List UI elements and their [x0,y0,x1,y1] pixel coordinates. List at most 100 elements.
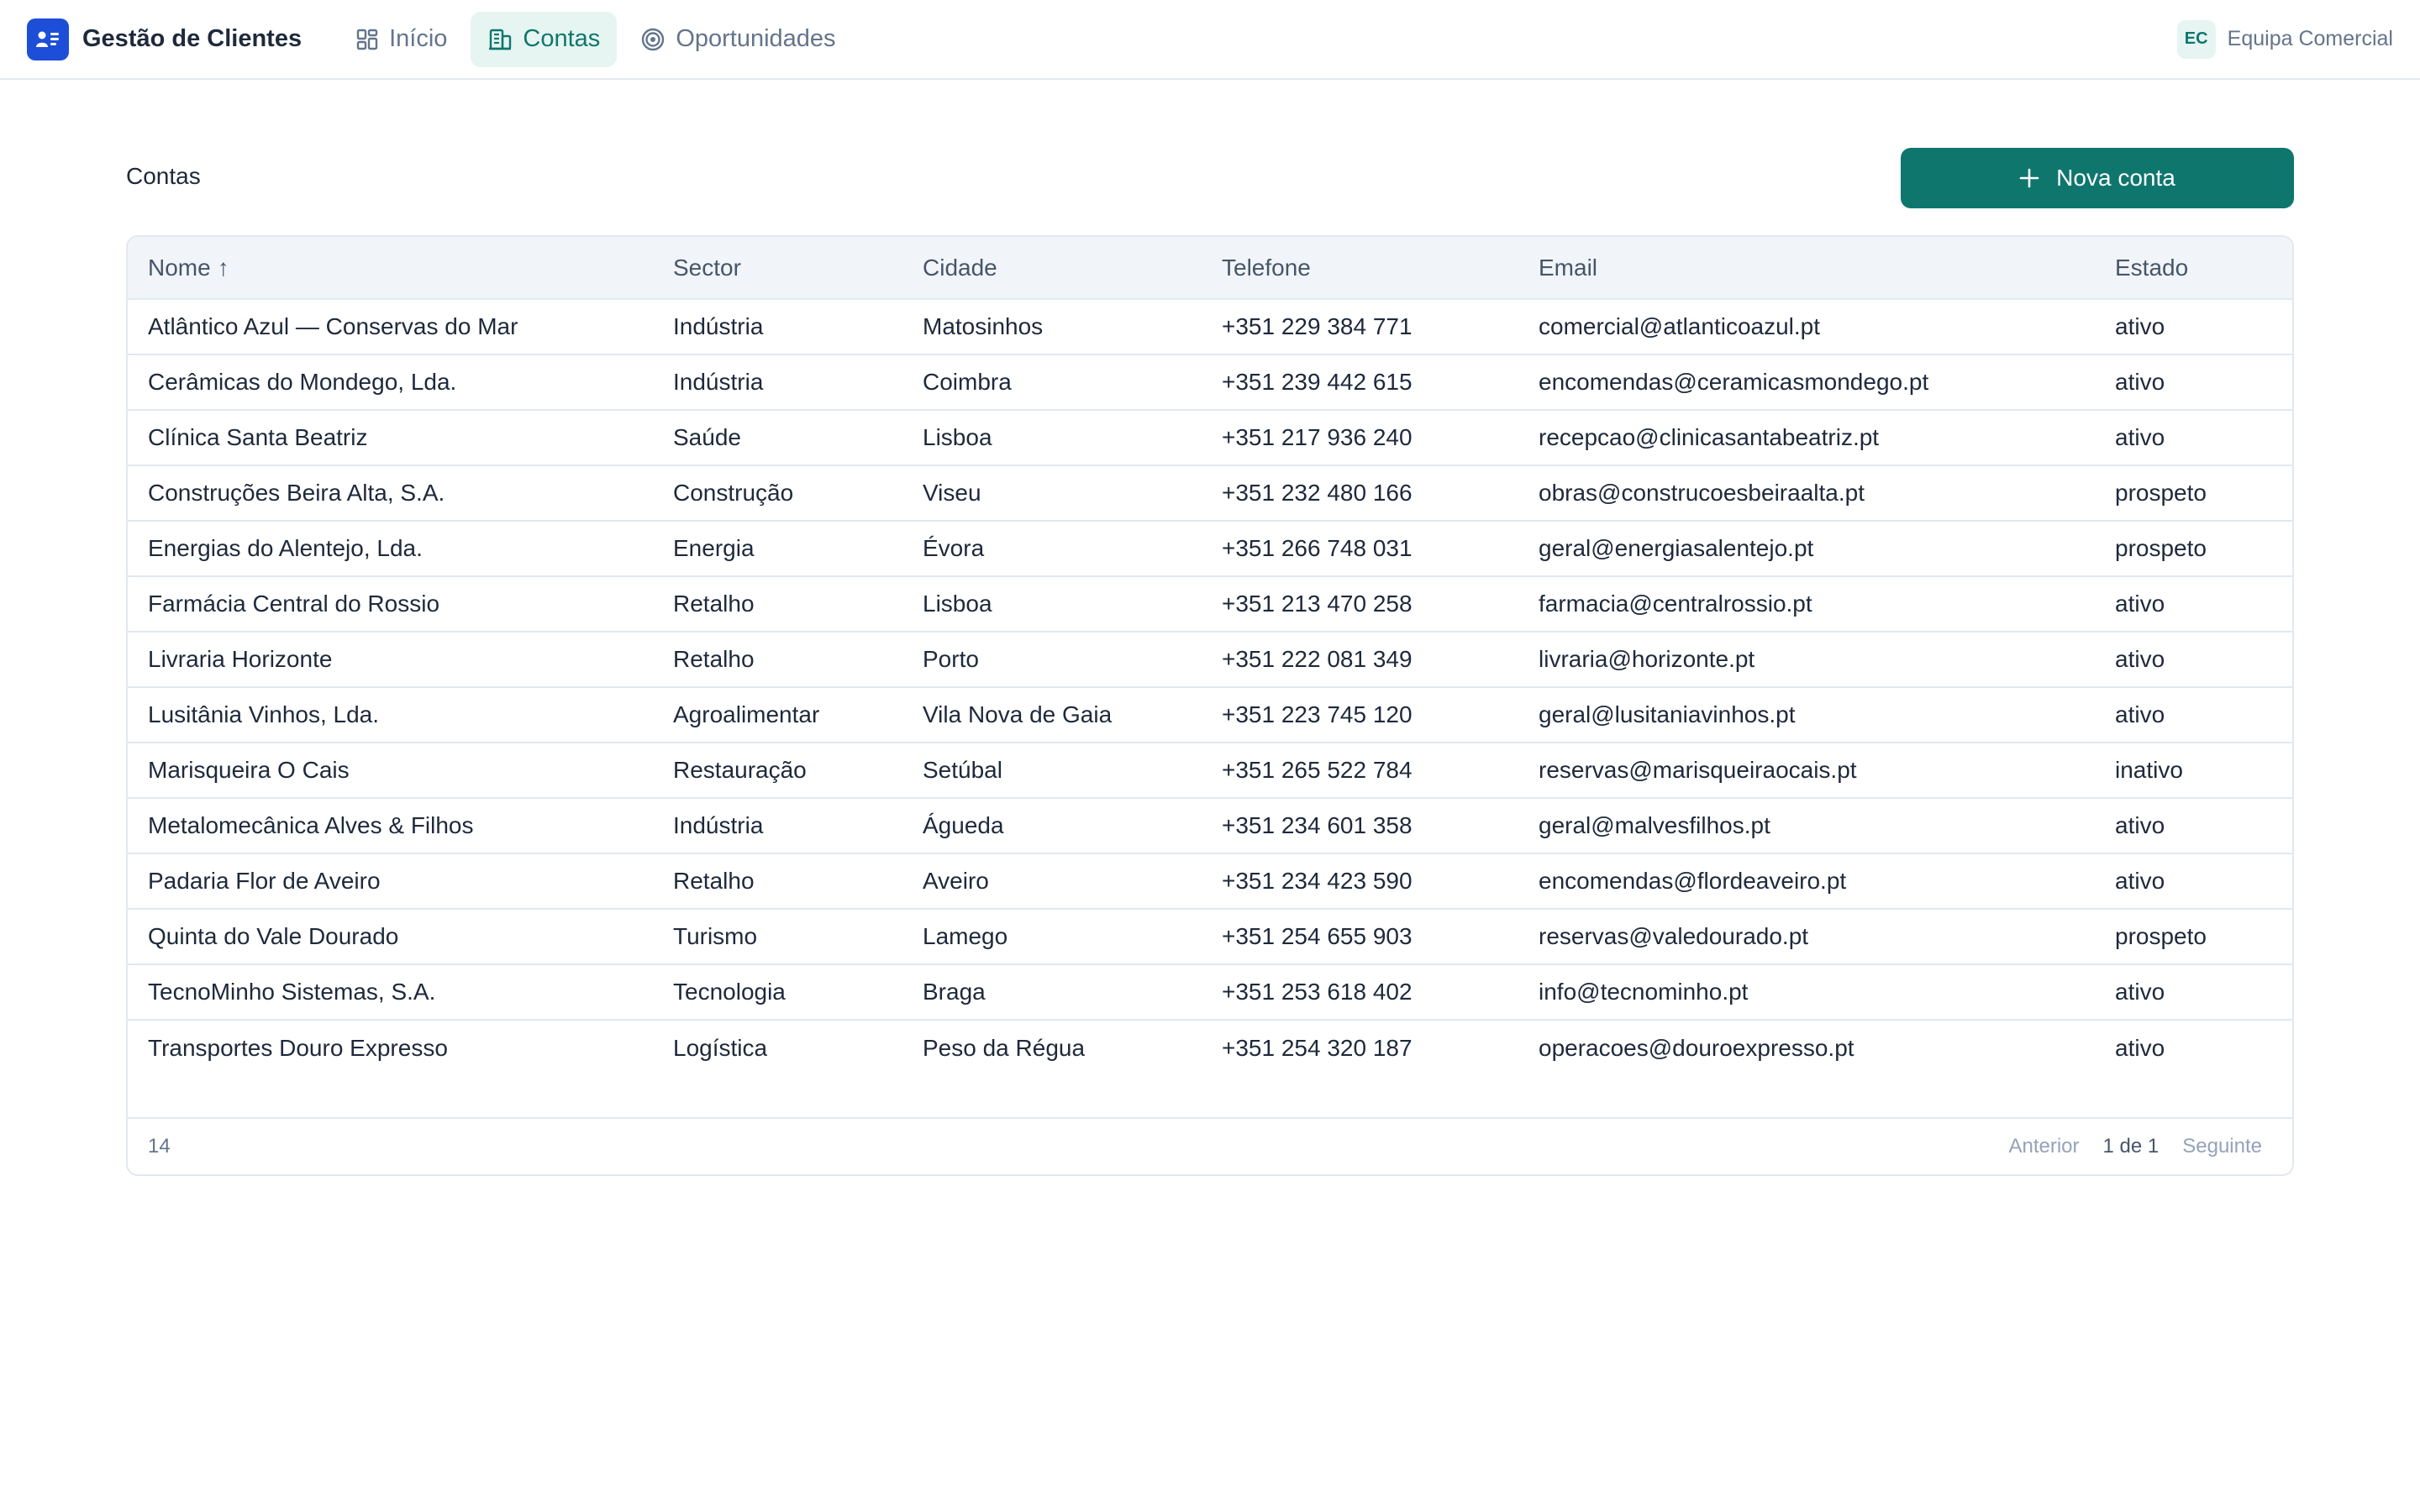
cell-email: obras@construcoesbeiraalta.pt [1539,465,2115,522]
cell-nome: Farmácia Central do Rossio [128,576,673,633]
cell-estado: ativo [2115,410,2292,466]
main-nav: Início Contas Oportunidades [339,11,859,67]
cell-email: recepcao@clinicasantabeatriz.pt [1539,410,2115,466]
nav-item-label: Contas [523,25,601,52]
nav-item-inicio[interactable]: Início [339,12,464,67]
cell-cidade: Coimbra [923,354,1222,411]
next-page-button[interactable]: Seguinte [2182,1135,2262,1158]
cell-estado: prospeto [2115,465,2292,522]
team-menu[interactable]: EC Equipa Comercial [2176,19,2393,59]
column-header-cidade[interactable]: Cidade [923,237,1222,300]
cell-estado: ativo [2115,354,2292,411]
building-icon [489,29,512,50]
cell-nome: Quinta do Vale Dourado [128,909,673,965]
table-row[interactable]: Atlântico Azul — Conservas do Mar Indústr… [128,299,2292,355]
cell-email: info@tecnominho.pt [1539,964,2115,1021]
cell-cidade: Viseu [923,465,1222,522]
cell-nome: Atlântico Azul — Conservas do Mar [128,299,673,355]
cell-estado: ativo [2115,299,2292,355]
cell-cidade: Lisboa [923,410,1222,466]
table-header-row: Nome ↑ Sector Cidade Telefone Email Esta… [128,237,2292,300]
plus-icon [2019,168,2039,188]
cell-nome: Livraria Horizonte [128,632,673,688]
column-header-estado[interactable]: Estado [2115,237,2292,300]
cell-sector: Energia [673,521,923,577]
table-row[interactable]: Farmácia Central do Rossio Retalho Lisboa +… [128,576,2292,633]
previous-page-button[interactable]: Anterior [2008,1135,2079,1158]
cell-estado: ativo [2115,964,2292,1021]
cell-telefone: +351 213 470 258 [1222,576,1539,633]
cell-estado: prospeto [2115,909,2292,965]
table-footer: 14 Anterior 1 de 1 Seguinte [128,1117,2292,1174]
nav-item-label: Início [389,25,448,52]
cell-telefone: +351 223 745 120 [1222,687,1539,743]
page-title: Contas [126,163,201,189]
cell-email: geral@lusitaniavinhos.pt [1539,687,2115,743]
cell-sector: Retalho [673,632,923,688]
new-account-button[interactable]: Nova conta [1901,148,2294,208]
nav-item-contas[interactable]: Contas [471,11,618,67]
cell-sector: Indústria [673,798,923,854]
team-name: Equipa Comercial [2227,27,2393,50]
table-row[interactable]: Energias do Alentejo, Lda. Energia Évora +3… [128,521,2292,577]
app-name: Gestão de Clientes [82,25,302,52]
cell-email: geral@malvesfilhos.pt [1539,798,2115,854]
contact-card-icon [27,18,69,60]
cell-nome: Clínica Santa Beatriz [128,410,673,466]
table-row[interactable]: Livraria Horizonte Retalho Porto +351 222 0… [128,632,2292,688]
cell-nome: Cerâmicas do Mondego, Lda. [128,354,673,411]
cell-email: operacoes@douroexpresso.pt [1539,1034,1854,1061]
page-indicator: 1 de 1 [2102,1135,2160,1158]
nav-item-oportunidades[interactable]: Oportunidades [623,12,852,67]
cell-cidade: Peso da Régua [923,1034,1086,1061]
cell-telefone: +351 217 936 240 [1222,410,1539,466]
cell-email: reservas@marisqueiraocais.pt [1539,743,2115,799]
cell-estado: ativo [2115,687,2292,743]
nav-item-label: Oportunidades [676,25,836,52]
cell-sector: Tecnologia [673,964,923,1021]
cell-estado: inativo [2115,743,2292,799]
cell-sector: Construção [673,465,923,522]
table-row[interactable]: Lusitânia Vinhos, Lda. Agroalimentar Vila … [128,687,2292,743]
cell-telefone: +351 266 748 031 [1222,521,1539,577]
cell-cidade: Lamego [923,909,1222,965]
table-row[interactable]: Quinta do Vale Dourado Turismo Lamego +351 … [128,909,2292,965]
cell-nome: Lusitânia Vinhos, Lda. [128,687,673,743]
cell-cidade: Porto [923,632,1222,688]
cell-estado: ativo [2115,576,2292,633]
cell-cidade: Águeda [923,798,1222,854]
cell-cidade: Matosinhos [923,299,1222,355]
column-header-nome[interactable]: Nome ↑ [128,237,673,300]
cell-sector: Indústria [673,354,923,411]
table-row[interactable]: Clínica Santa Beatriz Saúde Lisboa +351 217… [128,410,2292,466]
table-row[interactable]: Cerâmicas do Mondego, Lda. Indústria Coimb… [128,354,2292,411]
cell-telefone: +351 239 442 615 [1222,354,1539,411]
table-body: Atlântico Azul — Conservas do Mar Indústr… [128,299,2292,1075]
cell-cidade: Lisboa [923,576,1222,633]
brand[interactable]: Gestão de Clientes [27,18,302,60]
cell-sector: Turismo [673,909,923,965]
column-header-email[interactable]: Email [1539,237,2115,300]
cell-email: livraria@horizonte.pt [1539,632,2115,688]
table-row[interactable]: Metalomecânica Alves & Filhos Indústria Ág… [128,798,2292,854]
table-row[interactable]: Transportes Douro Expresso Logística Peso … [128,1020,2292,1075]
column-header-sector[interactable]: Sector [673,237,923,300]
column-header-telefone[interactable]: Telefone [1222,237,1539,300]
cell-cidade: Braga [923,964,1222,1021]
cell-email: farmacia@centralrossio.pt [1539,576,2115,633]
cell-sector: Logística [673,1034,768,1061]
accounts-table-card: Nome ↑ Sector Cidade Telefone Email Esta… [126,235,2294,1176]
top-navigation: Gestão de Clientes Início Contas Oportun… [0,0,2420,80]
cell-estado: ativo [2115,632,2292,688]
table-row[interactable]: Padaria Flor de Aveiro Retalho Aveiro +351 … [128,853,2292,910]
avatar: EC [2176,19,2216,59]
cell-email: encomendas@flordeaveiro.pt [1539,853,2115,910]
cell-telefone: +351 254 320 187 [1222,1034,1413,1061]
cell-email: geral@energiasalentejo.pt [1539,521,2115,577]
table-row[interactable]: Construções Beira Alta, S.A. Construção Vi… [128,465,2292,522]
cell-sector: Restauração [673,743,923,799]
table-row[interactable]: TecnoMinho Sistemas, S.A. Tecnologia Braga… [128,964,2292,1021]
cell-sector: Retalho [673,576,923,633]
table-row[interactable]: Marisqueira O Cais Restauração Setúbal +351… [128,743,2292,799]
cell-nome: Construções Beira Alta, S.A. [128,465,673,522]
